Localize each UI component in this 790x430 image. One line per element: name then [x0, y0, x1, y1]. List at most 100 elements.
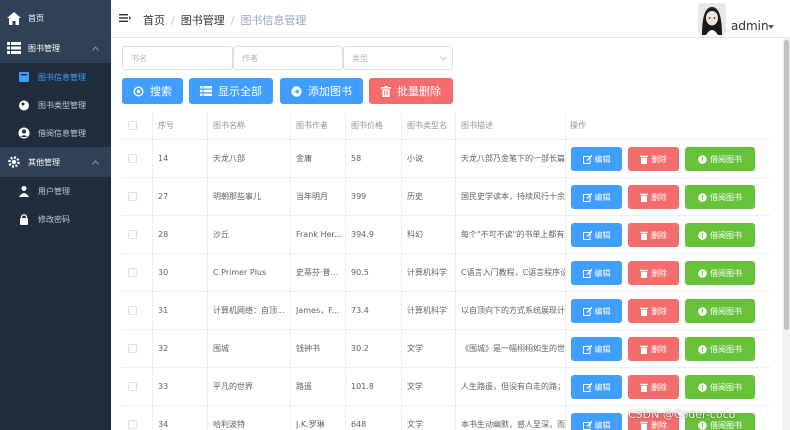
- table-row[interactable]: 14 天龙八部 金庸 58 小说 天龙八部乃金笔下的一部长篇 编辑 删除 借阅图书: [121, 140, 770, 178]
- cell-desc: 每个"不可不读"的书单上都有《: [461, 230, 565, 239]
- breadcrumb-separator: /: [230, 13, 235, 27]
- row-checkbox[interactable]: [128, 216, 137, 253]
- sidebar-item-change-password[interactable]: 修改密码: [0, 205, 111, 233]
- info-icon: [698, 268, 707, 278]
- row-checkbox[interactable]: [128, 178, 137, 215]
- info-icon: [698, 230, 707, 240]
- edit-button[interactable]: 编辑: [571, 185, 622, 209]
- hamburger-icon[interactable]: [119, 12, 131, 26]
- borrow-button[interactable]: 借阅图书: [685, 223, 755, 247]
- row-checkbox[interactable]: [128, 406, 137, 430]
- borrow-button[interactable]: 借阅图书: [685, 375, 755, 399]
- row-checkbox[interactable]: [128, 140, 137, 177]
- breadcrumb: 首页 / 图书管理 / 图书信息管理: [143, 12, 306, 28]
- cell-author: 钱钟书: [296, 344, 320, 353]
- delete-button[interactable]: 删除: [628, 223, 679, 247]
- table-row[interactable]: 31 计算机网络：自顶... James，F... 73.4 计算机科学 以自顶向下的方式…: [121, 292, 770, 330]
- edit-button[interactable]: 编辑: [571, 261, 622, 285]
- sidebar-item-home[interactable]: 首页: [0, 4, 111, 32]
- cell-price: 399: [351, 192, 367, 201]
- drop-icon: [16, 97, 32, 113]
- show-all-button[interactable]: 显示全部: [189, 78, 273, 104]
- edit-button[interactable]: 编辑: [571, 147, 622, 171]
- table-row[interactable]: 28 沙丘 Frank Her... 394.9 科幻 每个"不可不读"的书单上都有《 编辑…: [121, 216, 770, 254]
- avatar[interactable]: [698, 3, 726, 35]
- sidebar-item-book-info[interactable]: 图书信息管理: [0, 63, 111, 91]
- table-row[interactable]: 27 明朝那些事儿 当年明月 399 历史 国民史学读本，持续风行十余年 编辑 删除 借阅图书: [121, 178, 770, 216]
- borrow-button[interactable]: 借阅图书: [685, 299, 755, 323]
- sidebar-item-book-management[interactable]: 图书管理: [0, 34, 111, 62]
- row-checkbox[interactable]: [128, 292, 137, 329]
- edit-button-label: 编辑: [594, 420, 611, 430]
- trash-icon: [640, 231, 648, 240]
- cell-price: 58: [351, 154, 362, 163]
- breadcrumb-book-management[interactable]: 图书管理: [181, 12, 225, 28]
- borrow-button[interactable]: 借阅图书: [685, 261, 755, 285]
- username[interactable]: admin: [731, 19, 769, 33]
- breadcrumb-home[interactable]: 首页: [143, 12, 165, 28]
- delete-button[interactable]: 删除: [628, 299, 679, 323]
- borrow-button[interactable]: 借阅图书: [685, 337, 755, 361]
- column-divider: [455, 292, 456, 329]
- column-divider: [565, 368, 566, 405]
- row-checkbox[interactable]: [128, 368, 137, 405]
- caret-down-icon[interactable]: [768, 22, 774, 31]
- batch-delete-button[interactable]: 批量删除: [369, 78, 453, 104]
- row-checkbox[interactable]: [128, 330, 137, 367]
- table-row[interactable]: 32 围城 钱钟书 30.2 文学 《围城》是一幅栩栩如生的世界 编辑 删除 借阅图书: [121, 330, 770, 368]
- sidebar-item-other-management[interactable]: 其他管理: [0, 148, 111, 176]
- column-header-name[interactable]: 图书名称: [213, 112, 245, 139]
- delete-button[interactable]: 删除: [628, 185, 679, 209]
- row-checkbox[interactable]: [128, 254, 137, 291]
- cell-name: 围城: [213, 344, 229, 353]
- borrow-button[interactable]: 借阅图书: [685, 185, 755, 209]
- borrow-button-label: 借阅图书: [710, 382, 742, 392]
- column-header-type[interactable]: 图书类型名: [407, 112, 447, 139]
- column-header-price[interactable]: 图书价格: [351, 112, 383, 139]
- grid-list-icon: [6, 40, 22, 56]
- borrow-button-label: 借阅图书: [710, 230, 742, 240]
- edit-button[interactable]: 编辑: [571, 375, 622, 399]
- column-divider: [345, 112, 346, 139]
- column-divider: [290, 140, 291, 177]
- sidebar: 首页 图书管理 图书信息管理 图书类型管理 借阅信息管理 其他管理 用户管理 修…: [0, 0, 111, 430]
- info-icon: [698, 192, 707, 202]
- page-scrollbar[interactable]: [783, 38, 790, 430]
- add-book-button[interactable]: 添加图书: [280, 78, 363, 104]
- cell-author: 史蒂芬·普...: [296, 268, 339, 277]
- column-divider: [207, 292, 208, 329]
- column-header-author[interactable]: 图书作者: [296, 112, 328, 139]
- sidebar-item-users[interactable]: 用户管理: [0, 177, 111, 205]
- scroll-thumb[interactable]: [784, 40, 789, 330]
- edit-button[interactable]: 编辑: [571, 223, 622, 247]
- cell-price: 101.8: [351, 382, 374, 391]
- author-input[interactable]: [233, 46, 343, 70]
- column-divider: [565, 292, 566, 329]
- borrow-button-label: 借阅图书: [710, 154, 742, 164]
- type-select[interactable]: [343, 46, 453, 70]
- info-icon: [698, 154, 707, 164]
- search-button[interactable]: 搜索: [122, 78, 183, 104]
- column-divider: [152, 140, 153, 177]
- sidebar-item-borrow-info[interactable]: 借阅信息管理: [0, 119, 111, 147]
- edit-icon: [582, 344, 592, 354]
- delete-button[interactable]: 删除: [628, 337, 679, 361]
- edit-button[interactable]: 编辑: [571, 337, 622, 361]
- table-row[interactable]: 33 平凡的世界 路遥 101.8 文学 人生路遥，但没有白走的路；在 编辑 删除 借阅图书: [121, 368, 770, 406]
- borrow-button[interactable]: 借阅图书: [685, 147, 755, 171]
- gear-icon: [6, 154, 22, 170]
- sidebar-item-book-type[interactable]: 图书类型管理: [0, 91, 111, 119]
- edit-button[interactable]: 编辑: [571, 299, 622, 323]
- table-row[interactable]: 30 C Primer Plus 史蒂芬·普... 90.5 计算机科学 C语言入门教程，…: [121, 254, 770, 292]
- delete-button[interactable]: 删除: [628, 147, 679, 171]
- column-header-id[interactable]: 序号: [158, 112, 174, 139]
- edit-button-label: 编辑: [594, 154, 611, 164]
- sidebar-item-label: 首页: [28, 13, 44, 23]
- delete-button[interactable]: 删除: [628, 375, 679, 399]
- column-divider: [290, 406, 291, 430]
- column-header-description[interactable]: 图书描述: [461, 112, 565, 139]
- book-name-input[interactable]: [122, 46, 233, 70]
- select-all-checkbox[interactable]: [128, 112, 137, 139]
- delete-button[interactable]: 删除: [628, 261, 679, 285]
- edit-button[interactable]: 编辑: [571, 413, 622, 430]
